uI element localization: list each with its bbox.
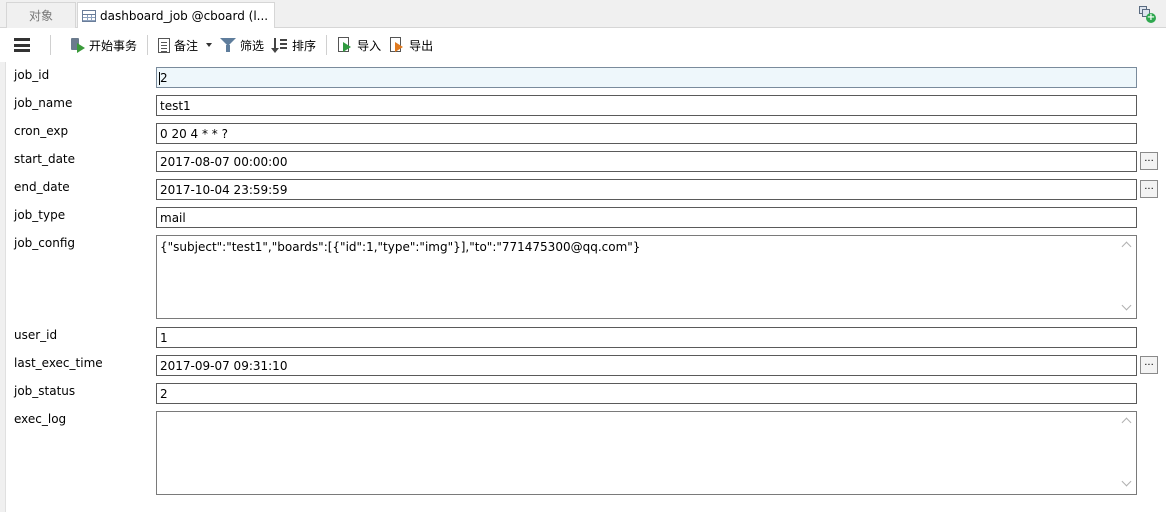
- job-config-field[interactable]: {"subject":"test1","boards":[{"id":1,"ty…: [156, 235, 1137, 319]
- menu-icon[interactable]: [14, 38, 30, 52]
- tab-bar: 对象 dashboard_job @cboard (l... +: [0, 0, 1166, 29]
- tab-dashboard-job-label: dashboard_job @cboard (l...: [100, 9, 269, 23]
- end-date-picker-button[interactable]: ...: [1140, 180, 1158, 198]
- exec-log-scrollbar[interactable]: [1119, 413, 1135, 493]
- import-icon: [337, 37, 353, 53]
- table-icon: [82, 10, 96, 22]
- start-date-label: start_date: [14, 152, 76, 166]
- job-name-label: job_name: [14, 96, 73, 110]
- job-id-field[interactable]: 2: [156, 67, 1137, 88]
- filter-label: 筛选: [240, 38, 265, 53]
- job-type-field[interactable]: mail: [156, 207, 1137, 228]
- end-date-field[interactable]: 2017-10-04 23:59:59: [156, 179, 1137, 200]
- chevron-down-icon[interactable]: [206, 43, 213, 47]
- user-id-label: user_id: [14, 328, 58, 342]
- chevron-down-icon[interactable]: [1121, 300, 1132, 311]
- job-name-field[interactable]: test1: [156, 95, 1137, 116]
- memo-button[interactable]: 备注: [154, 33, 216, 57]
- toolbar-divider: [326, 35, 328, 55]
- import-label: 导入: [357, 38, 382, 53]
- job-id-value: 2: [160, 71, 168, 85]
- user-id-field[interactable]: 1: [156, 327, 1137, 348]
- job-config-label: job_config: [14, 236, 76, 250]
- sort-label: 排序: [292, 38, 317, 53]
- cron-exp-field[interactable]: 0 20 4 * * ?: [156, 123, 1137, 144]
- last-exec-time-field[interactable]: 2017-09-07 09:31:10: [156, 355, 1137, 376]
- start-date-picker-button[interactable]: ...: [1140, 152, 1158, 170]
- exec-log-label: exec_log: [14, 412, 67, 426]
- tab-objects[interactable]: 对象: [6, 2, 76, 28]
- export-label: 导出: [409, 38, 434, 53]
- record-form: job_id 2 job_name test1 cron_exp 0 20 4 …: [0, 62, 1166, 512]
- job-type-label: job_type: [14, 208, 66, 222]
- add-icon: +: [1146, 12, 1156, 23]
- chevron-down-icon[interactable]: [1121, 476, 1132, 487]
- memo-icon: [158, 37, 171, 53]
- filter-button[interactable]: 筛选: [216, 33, 268, 57]
- chevron-up-icon[interactable]: [1121, 417, 1132, 428]
- job-config-value: {"subject":"test1","boards":[{"id":1,"ty…: [160, 240, 641, 254]
- import-button[interactable]: 导入: [333, 33, 385, 57]
- exec-log-field[interactable]: [156, 411, 1137, 495]
- tab-dashboard-job[interactable]: dashboard_job @cboard (l...: [77, 2, 275, 29]
- toolbar: 开始事务 备注 筛选 排序 导入 导出: [0, 28, 1166, 62]
- last-exec-time-picker-button[interactable]: ...: [1140, 356, 1158, 374]
- new-object-tab-button[interactable]: +: [1138, 5, 1156, 23]
- job-config-scrollbar[interactable]: [1119, 237, 1135, 317]
- toolbar-divider: [50, 35, 51, 55]
- last-exec-time-label: last_exec_time: [14, 356, 103, 370]
- export-button[interactable]: 导出: [385, 33, 437, 57]
- job-status-field[interactable]: 2: [156, 383, 1137, 404]
- begin-transaction-button[interactable]: 开始事务: [65, 33, 141, 57]
- begin-transaction-label: 开始事务: [89, 38, 138, 53]
- sort-icon: [271, 37, 288, 53]
- job-status-label: job_status: [14, 384, 76, 398]
- export-icon: [389, 37, 405, 53]
- start-date-field[interactable]: 2017-08-07 00:00:00: [156, 151, 1137, 172]
- filter-icon: [220, 37, 237, 53]
- tab-objects-label: 对象: [28, 9, 53, 23]
- cron-exp-label: cron_exp: [14, 124, 69, 138]
- chevron-up-icon[interactable]: [1121, 241, 1132, 252]
- job-id-label: job_id: [14, 68, 50, 82]
- toolbar-divider: [147, 35, 149, 55]
- sort-button[interactable]: 排序: [268, 33, 320, 57]
- begin-transaction-icon: [69, 37, 85, 53]
- memo-label: 备注: [174, 38, 199, 53]
- end-date-label: end_date: [14, 180, 70, 194]
